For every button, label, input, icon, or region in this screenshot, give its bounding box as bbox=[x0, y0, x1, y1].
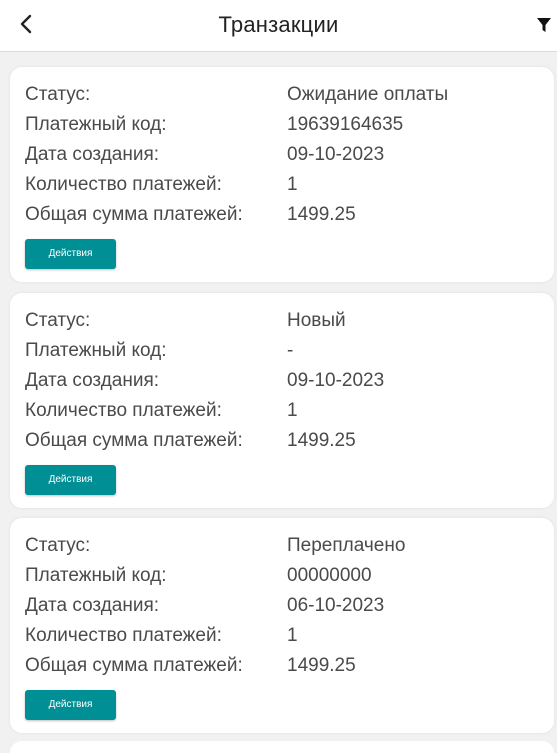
count-row: Количество платежей: 1 bbox=[25, 621, 545, 651]
date-row: Дата создания: 06-10-2023 bbox=[25, 591, 545, 621]
actions-button[interactable]: Действия bbox=[25, 239, 116, 269]
sum-row: Общая сумма платежей: 1499.25 bbox=[25, 200, 545, 230]
status-row: Статус: Переплачено bbox=[25, 531, 545, 561]
status-value: Новый bbox=[287, 310, 346, 331]
count-label: Количество платежей: bbox=[25, 625, 222, 646]
code-label: Платежный код: bbox=[25, 340, 167, 361]
date-row: Дата создания: 09-10-2023 bbox=[25, 366, 545, 396]
transaction-card: Статус: Новый Платежный код: - Дата созд… bbox=[10, 293, 554, 508]
count-value: 1 bbox=[287, 400, 298, 421]
sum-value: 1499.25 bbox=[287, 204, 356, 225]
status-value: Переплачено bbox=[287, 535, 406, 556]
filter-icon bbox=[537, 18, 551, 32]
date-value: 09-10-2023 bbox=[287, 370, 385, 391]
count-row: Количество платежей: 1 bbox=[25, 170, 545, 200]
sum-label: Общая сумма платежей: bbox=[25, 655, 243, 676]
count-label: Количество платежей: bbox=[25, 400, 222, 421]
transaction-card: Статус: Переплачено Платежный код: 00000… bbox=[10, 518, 554, 733]
actions-button[interactable]: Действия bbox=[25, 465, 116, 495]
actions-button[interactable]: Действия bbox=[25, 690, 116, 720]
status-row: Статус: Новый bbox=[25, 306, 545, 336]
sum-value: 1499.25 bbox=[287, 655, 356, 676]
page-title: Транзакции bbox=[218, 12, 339, 37]
status-value: Ожидание оплаты bbox=[287, 84, 449, 105]
code-label: Платежный код: bbox=[25, 565, 167, 586]
status-label: Статус: bbox=[25, 535, 91, 556]
filter-button[interactable] bbox=[533, 14, 555, 36]
sum-label: Общая сумма платежей: bbox=[25, 430, 243, 451]
count-value: 1 bbox=[287, 174, 298, 195]
code-row: Платежный код: 19639164635 bbox=[25, 110, 545, 140]
count-label: Количество платежей: bbox=[25, 174, 222, 195]
app-header: Транзакции bbox=[0, 0, 557, 52]
transaction-card: Статус: Ожидание оплаты Платежный код: 1… bbox=[10, 67, 554, 282]
status-label: Статус: bbox=[25, 84, 91, 105]
sum-row: Общая сумма платежей: 1499.25 bbox=[25, 426, 545, 456]
status-label: Статус: bbox=[25, 310, 91, 331]
date-row: Дата создания: 09-10-2023 bbox=[25, 140, 545, 170]
date-label: Дата создания: bbox=[25, 144, 160, 165]
sum-label: Общая сумма платежей: bbox=[25, 204, 243, 225]
code-label: Платежный код: bbox=[25, 114, 167, 135]
code-value: 19639164635 bbox=[287, 114, 404, 135]
date-label: Дата создания: bbox=[25, 370, 160, 391]
next-card-edge bbox=[10, 741, 554, 753]
code-row: Платежный код: 00000000 bbox=[25, 561, 545, 591]
status-row: Статус: Ожидание оплаты bbox=[25, 80, 545, 110]
sum-row: Общая сумма платежей: 1499.25 bbox=[25, 651, 545, 681]
sum-value: 1499.25 bbox=[287, 430, 356, 451]
code-row: Платежный код: - bbox=[25, 336, 545, 366]
date-label: Дата создания: bbox=[25, 595, 160, 616]
code-value: 00000000 bbox=[287, 565, 372, 586]
count-row: Количество платежей: 1 bbox=[25, 396, 545, 426]
date-value: 06-10-2023 bbox=[287, 595, 385, 616]
count-value: 1 bbox=[287, 625, 298, 646]
code-value: - bbox=[287, 340, 294, 361]
date-value: 09-10-2023 bbox=[287, 144, 385, 165]
